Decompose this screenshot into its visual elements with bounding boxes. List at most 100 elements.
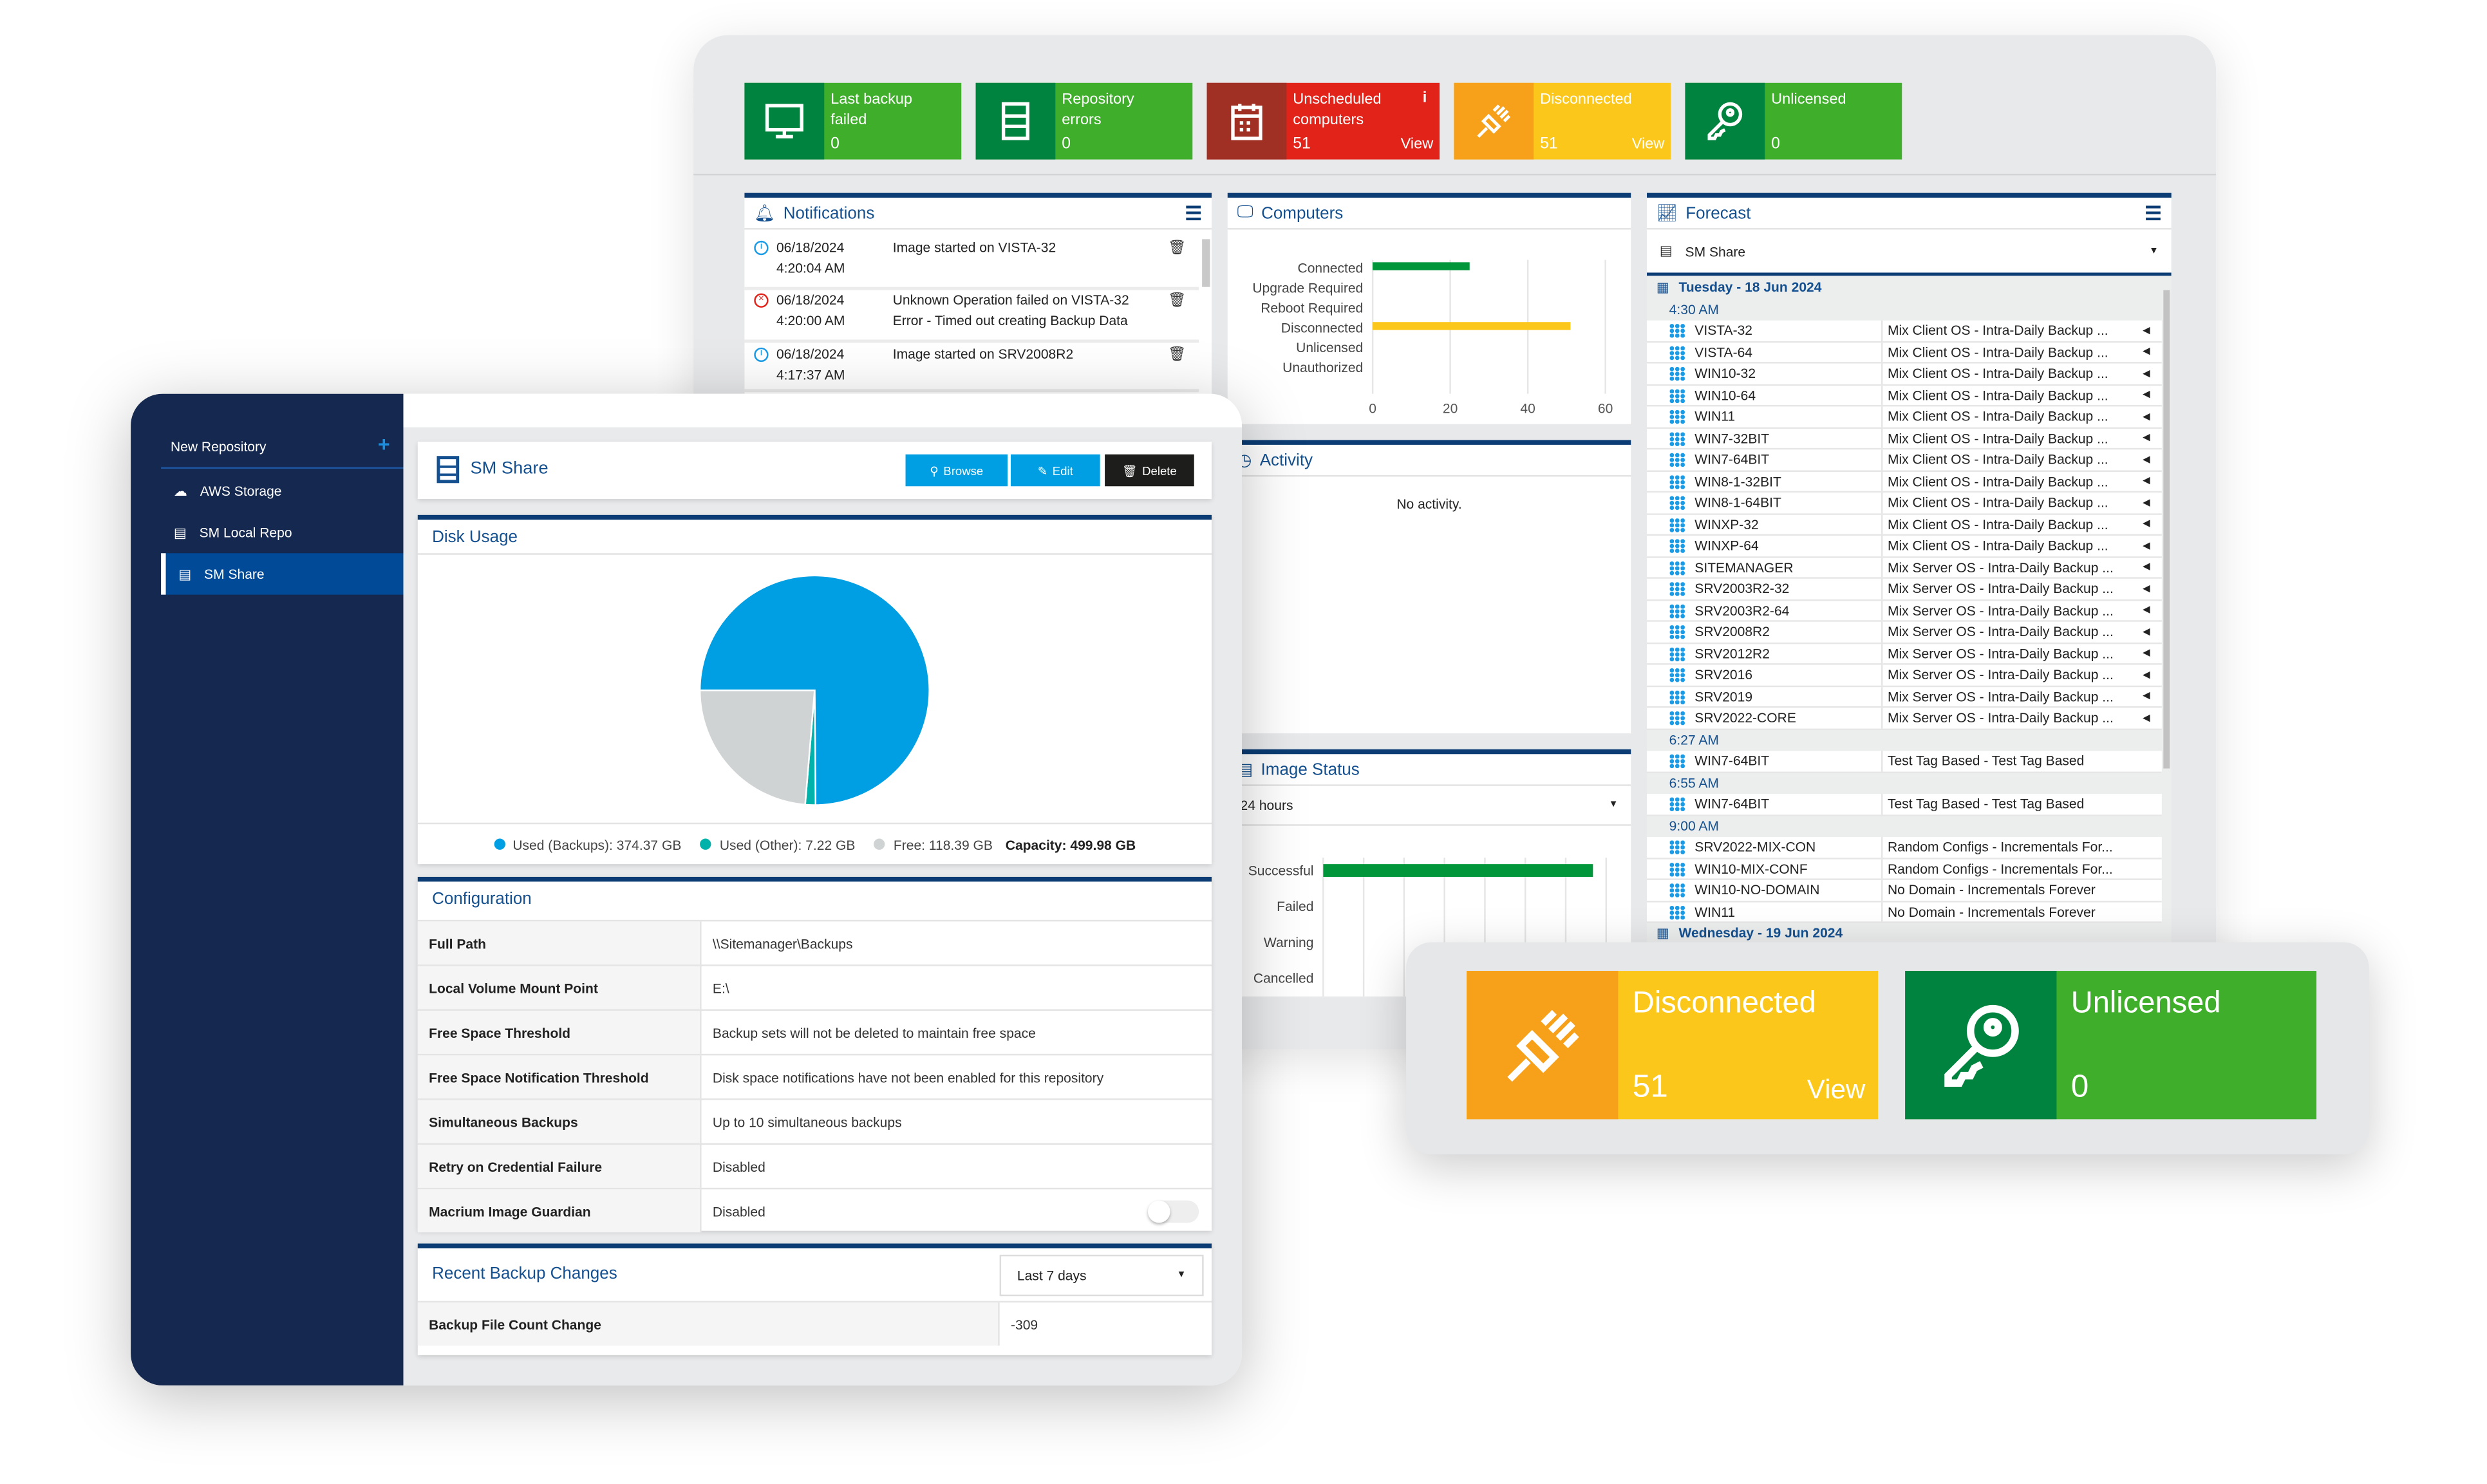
forecast-row[interactable]: SRV2022-MIX-CON Random Configs - Incremen… <box>1647 837 2162 859</box>
new-repository-label[interactable]: New Repository <box>171 438 267 455</box>
forecast-row[interactable]: SRV2012R2 Mix Server OS - Intra-Daily Bac… <box>1647 643 2162 665</box>
forecast-row[interactable]: WIN10-NO-DOMAIN No Domain - Incrementals … <box>1647 879 2162 902</box>
browse-button[interactable]: ⚲ Browse <box>905 454 1008 487</box>
expand-arrow-icon[interactable]: ◀ <box>2143 648 2162 659</box>
config-key: Retry on Credential Failure <box>417 1144 702 1188</box>
legend-item: Used (Backups): 374.37 GB <box>493 836 681 852</box>
expand-arrow-icon[interactable]: ◀ <box>2143 583 2162 594</box>
tick-label: 0 <box>1369 401 1376 416</box>
computer-name: WIN8-1-32BIT <box>1694 473 1781 489</box>
expand-arrow-icon[interactable]: ◀ <box>2143 454 2162 465</box>
edit-button[interactable]: ✎ Edit <box>1010 454 1100 487</box>
sidebar-item-sm-share[interactable]: ▤ SM Share <box>161 553 404 595</box>
trash-icon[interactable]: 🗑︎ <box>1168 344 1186 365</box>
chevron-down-icon: ▼ <box>1176 1270 1187 1281</box>
forecast-row[interactable]: WIN7-64BIT Mix Client OS - Intra-Daily Ba… <box>1647 449 2162 471</box>
forecast-row[interactable]: WIN7-64BIT Test Tag Based - Test Tag Base… <box>1647 794 2162 816</box>
forecast-row[interactable]: SRV2003R2-32 Mix Server OS - Intra-Daily … <box>1647 578 2162 601</box>
expand-arrow-icon[interactable]: ◀ <box>2143 325 2162 336</box>
bar[interactable] <box>1323 864 1593 877</box>
forecast-row[interactable]: WIN11 No Domain - Incrementals Forever <box>1647 901 2162 923</box>
tile-unlicensed[interactable]: Unlicensed 0 <box>1685 82 1902 160</box>
tile-unlicensed[interactable]: Unlicensed 0 <box>1905 971 2317 1120</box>
expand-arrow-icon[interactable]: ◀ <box>2143 476 2162 487</box>
notification-time: 4:17:37 AM <box>776 366 845 383</box>
forecast-row[interactable]: WIN10-MIX-CONF Random Configs - Increment… <box>1647 858 2162 880</box>
expand-arrow-icon[interactable]: ◀ <box>2143 626 2162 637</box>
tile-unscheduled-computers[interactable]: Unscheduled computers 51 View i <box>1206 82 1440 160</box>
notification-time: 4:20:00 AM <box>776 312 845 329</box>
forecast-row[interactable]: VISTA-32 Mix Client OS - Intra-Daily Back… <box>1647 320 2162 343</box>
forecast-row[interactable]: WIN7-32BIT Mix Client OS - Intra-Daily Ba… <box>1647 427 2162 450</box>
computer-grid-icon <box>1669 861 1685 876</box>
notification-item[interactable]: i 06/18/2024 4:20:04 AM Image started on VI… <box>744 238 1199 290</box>
sidebar-item-label: AWS Storage <box>200 483 282 500</box>
scrollbar[interactable] <box>2163 290 2170 769</box>
repository-select[interactable]: ▤ SM Share ▼ <box>1647 229 2172 276</box>
computer-name: WIN7-32BIT <box>1694 429 1770 446</box>
notifications-panel: 🔔︎ Notifications ☰ i 06/18/2024 4:20:04 AM Im… <box>744 193 1212 394</box>
forecast-row[interactable]: SRV2022-CORE Mix Server OS - Intra-Daily … <box>1647 708 2162 729</box>
forecast-row[interactable]: SITEMANAGER Mix Server OS - Intra-Daily B… <box>1647 557 2162 579</box>
forecast-row[interactable]: SRV2003R2-64 Mix Server OS - Intra-Daily … <box>1647 600 2162 622</box>
expand-arrow-icon[interactable]: ◀ <box>2143 346 2162 357</box>
expand-arrow-icon[interactable]: ◀ <box>2143 669 2162 681</box>
pie-slice[interactable] <box>699 689 816 806</box>
expand-arrow-icon[interactable]: ◀ <box>2143 368 2162 379</box>
tile-repository-errors[interactable]: Repository errors 0 <box>975 82 1193 160</box>
period-select[interactable]: Last 7 days ▼ <box>999 1254 1204 1297</box>
forecast-row[interactable]: WIN10-32 Mix Client OS - Intra-Daily Back… <box>1647 363 2162 386</box>
expand-arrow-icon[interactable]: ◀ <box>2143 605 2162 616</box>
tile-value: 0 <box>1771 135 1780 153</box>
expand-arrow-icon[interactable]: ◀ <box>2143 712 2162 724</box>
category-label: Warning <box>1264 935 1314 950</box>
forecast-row[interactable]: VISTA-64 Mix Client OS - Intra-Daily Back… <box>1647 342 2162 364</box>
view-link[interactable]: View <box>1401 135 1434 155</box>
category-label: Failed <box>1277 899 1313 914</box>
expand-arrow-icon[interactable]: ◀ <box>2143 561 2162 573</box>
notification-item[interactable]: i 06/18/2024 4:17:37 AM Image started on SR… <box>744 344 1199 393</box>
expand-arrow-icon[interactable]: ◀ <box>2143 433 2162 444</box>
expand-arrow-icon[interactable]: ◀ <box>2143 390 2162 400</box>
trash-icon[interactable]: 🗑︎ <box>1168 238 1186 258</box>
forecast-row[interactable]: WIN11 Mix Client OS - Intra-Daily Backup … <box>1647 406 2162 428</box>
bar[interactable] <box>1373 262 1470 270</box>
info-icon[interactable]: i <box>1423 89 1427 109</box>
tile-disconnected[interactable]: Disconnected 51 View <box>1467 971 1879 1120</box>
forecast-row[interactable]: WIN10-64 Mix Client OS - Intra-Daily Back… <box>1647 385 2162 407</box>
expand-arrow-icon[interactable]: ◀ <box>2143 691 2162 702</box>
delete-button[interactable]: 🗑︎ Delete <box>1105 454 1194 487</box>
divider <box>693 173 2217 176</box>
forecast-row[interactable]: WIN8-1-64BIT Mix Client OS - Intra-Daily … <box>1647 493 2162 514</box>
bar[interactable] <box>1373 322 1571 330</box>
trash-icon[interactable]: 🗑︎ <box>1168 290 1186 311</box>
expand-arrow-icon[interactable]: ◀ <box>2143 411 2162 422</box>
expand-arrow-icon[interactable]: ◀ <box>2143 540 2162 551</box>
expand-arrow-icon[interactable]: ◀ <box>2143 518 2162 530</box>
view-link[interactable]: View <box>1807 1075 1866 1107</box>
notification-item[interactable]: × 06/18/2024 4:20:00 AM Unknown Operation f… <box>744 290 1199 343</box>
config-row: Free Space Notification Threshold Disk sp… <box>417 1053 1212 1099</box>
forecast-row[interactable]: WIN7-64BIT Test Tag Based - Test Tag Base… <box>1647 751 2162 773</box>
forecast-row[interactable]: SRV2016 Mix Server OS - Intra-Daily Backu… <box>1647 664 2162 687</box>
sidebar-item-sm-local-repo[interactable]: ▤ SM Local Repo <box>161 512 403 553</box>
forecast-row[interactable]: WINXP-32 Mix Client OS - Intra-Daily Back… <box>1647 514 2162 536</box>
scrollbar[interactable] <box>1202 239 1210 287</box>
sidebar-item-label: SM Local Repo <box>199 524 292 541</box>
guardian-toggle[interactable] <box>1147 1199 1199 1223</box>
menu-icon[interactable]: ☰ <box>1185 202 1202 224</box>
expand-arrow-icon[interactable]: ◀ <box>2143 497 2162 508</box>
computer-name: WIN7-64BIT <box>1694 796 1770 812</box>
category-label: Reboot Required <box>1261 301 1363 315</box>
tile-last-backup-failed[interactable]: Last backup failed 0 <box>744 82 962 160</box>
forecast-row[interactable]: WINXP-64 Mix Client OS - Intra-Daily Back… <box>1647 536 2162 558</box>
menu-icon[interactable]: ☰ <box>2144 202 2162 224</box>
panel-title: Disk Usage <box>417 520 1212 555</box>
add-icon[interactable]: + <box>378 432 390 456</box>
tile-disconnected[interactable]: Disconnected 51 View <box>1454 82 1671 160</box>
sidebar-item-aws-storage[interactable]: ☁︎ AWS Storage <box>161 471 403 512</box>
forecast-row[interactable]: SRV2008R2 Mix Server OS - Intra-Daily Bac… <box>1647 621 2162 644</box>
forecast-row[interactable]: WIN8-1-32BIT Mix Client OS - Intra-Daily … <box>1647 471 2162 493</box>
view-link[interactable]: View <box>1632 135 1665 155</box>
forecast-row[interactable]: SRV2019 Mix Server OS - Intra-Daily Backu… <box>1647 686 2162 708</box>
